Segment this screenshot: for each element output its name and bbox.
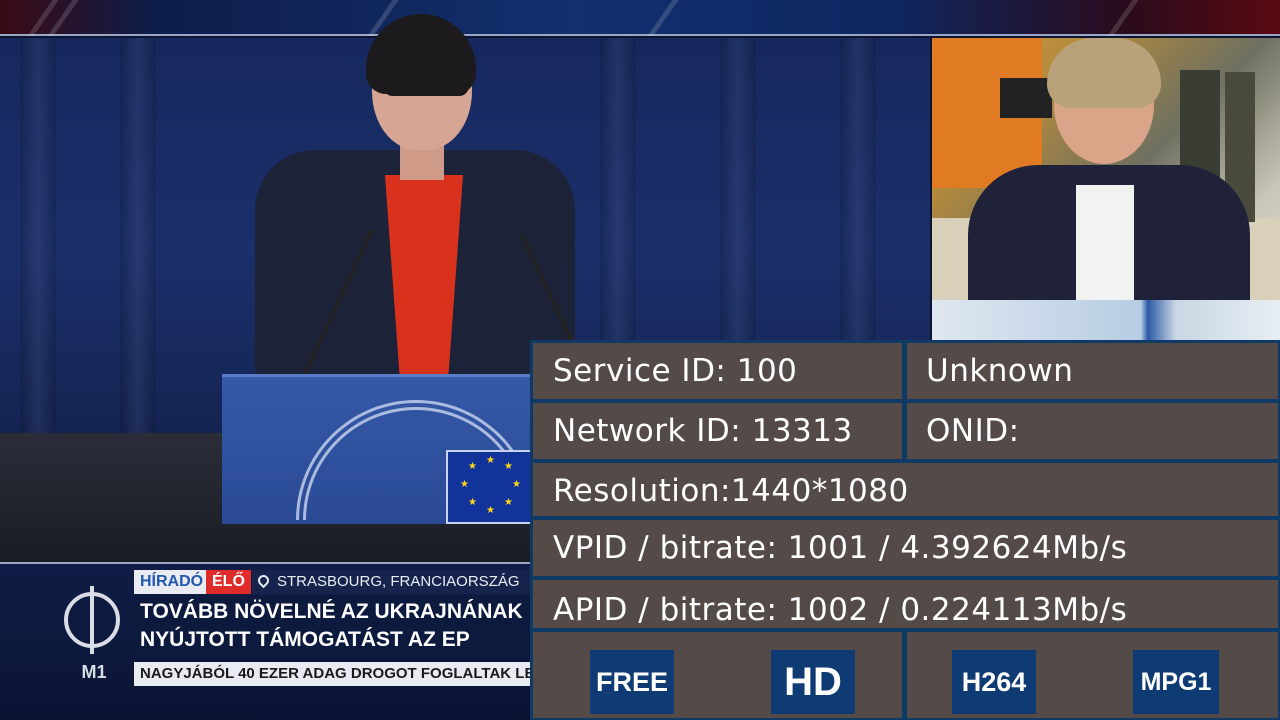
broadcast-top-bar [0,0,1280,36]
resolution: Resolution:1440*1080 [533,463,1278,516]
location-text: STRASBOURG, FRANCIAORSZÁG [277,573,520,590]
network-id: Network ID: 13313 [533,403,902,459]
location-bar: STRASBOURG, FRANCIAORSZÁG [252,570,532,594]
location-pin-icon [255,572,272,589]
video-codec-badge: H264 [952,650,1036,714]
channel-logo-text: M1 [81,662,107,682]
map-strip [932,300,1280,342]
audio-pid-bitrate: APID / bitrate: 1002 / 0.224113Mb/s [533,580,1278,628]
headline-line-1: TOVÁBB NÖVELNÉ AZ UKRAJNÁNAK [140,600,523,623]
audio-codec-badge: MPG1 [1133,650,1219,714]
headline-line-2: NYÚJTOTT TÁMOGATÁST AZ EP [140,628,470,651]
news-ticker: NAGYJÁBÓL 40 EZER ADAG DROGOT FOGLALTAK … [134,662,532,686]
hd-badge: HD [771,650,855,714]
onid: ONID: [907,403,1278,459]
video-pid-bitrate: VPID / bitrate: 1001 / 4.392624Mb/s [533,520,1278,576]
service-id: Service ID: 100 [533,343,902,399]
provider-name: Unknown [907,343,1278,399]
live-tag: ÉLŐ [206,570,251,594]
program-tag: HÍRADÓ [134,570,210,594]
tv-camera [1000,78,1052,118]
eu-flag: ★ ★ ★ ★ ★ ★ ★ ★ [446,450,534,524]
headline: TOVÁBB NÖVELNÉ AZ UKRAJNÁNAK NYÚJTOTT TÁ… [134,596,532,658]
free-badge: FREE [590,650,674,714]
